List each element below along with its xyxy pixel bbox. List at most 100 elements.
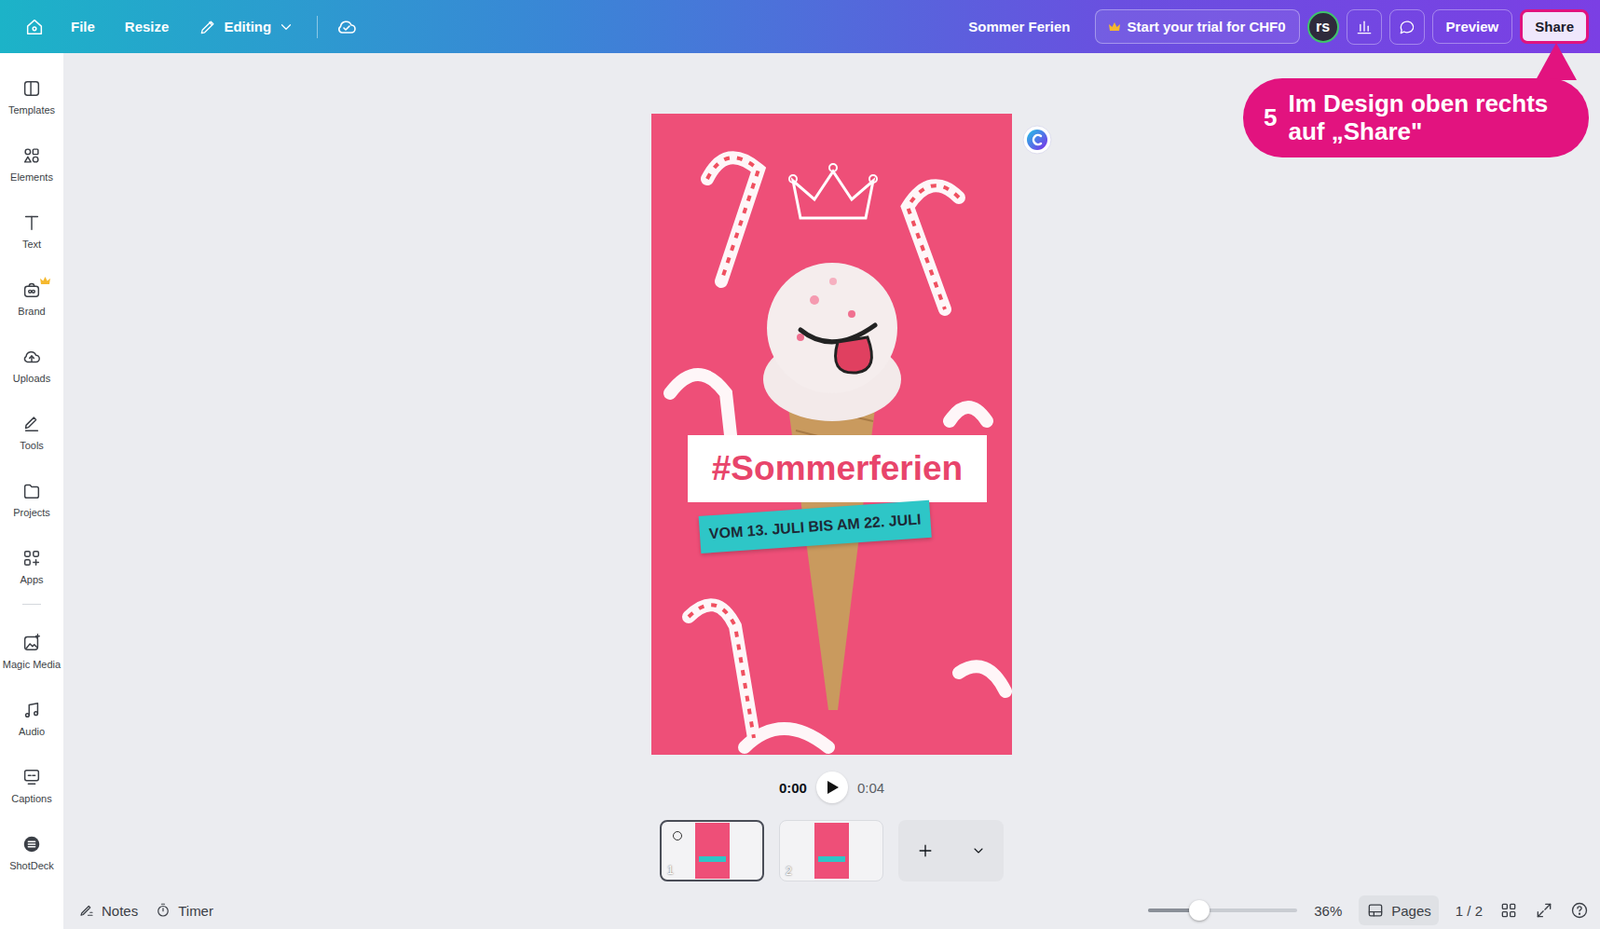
menu-item[interactable]: Resize: [113, 11, 181, 42]
grid-view-button[interactable]: [1499, 901, 1518, 920]
page-thumbnail[interactable]: 2: [779, 820, 884, 882]
sidebar-label: Apps: [19, 574, 43, 586]
play-icon: [824, 779, 840, 795]
instruction-callout: 5 Im Design oben rechts auf „Share": [1243, 78, 1589, 158]
sidebar-item[interactable]: Uploads: [0, 331, 64, 399]
insights-button[interactable]: [1346, 9, 1382, 45]
cloud-check-icon: [335, 15, 358, 39]
design-text: #Sommerferien: [711, 449, 963, 489]
chevron-down-icon: [970, 843, 986, 859]
help-button[interactable]: [1570, 901, 1589, 920]
sidebar-item[interactable]: Templates: [0, 63, 64, 131]
design-date-banner[interactable]: VOM 13. JULI BIS AM 22. JULI: [698, 500, 932, 554]
separator: [316, 15, 318, 39]
grid-icon: [1499, 901, 1518, 920]
sidebar-item[interactable]: Apps: [0, 533, 64, 601]
audio-icon: [21, 699, 42, 721]
bar-chart-icon: [1354, 17, 1374, 37]
top-bar: File Resize Editing Sommer Ferien Start your…: [0, 0, 1600, 54]
sidebar-label: Tools: [19, 439, 44, 452]
magic-icon: [21, 632, 42, 654]
avatar[interactable]: rs: [1307, 11, 1340, 43]
timer-button[interactable]: Timer: [154, 902, 214, 919]
menu-label: Resize: [124, 18, 170, 35]
editing-dropdown[interactable]: Editing: [187, 10, 306, 44]
pages-icon: [1366, 901, 1385, 920]
zoom-reading[interactable]: 36%: [1313, 902, 1342, 919]
zoom-knob[interactable]: [1189, 900, 1210, 921]
notes-button[interactable]: Notes: [78, 902, 138, 919]
chevron-down-icon: [277, 18, 295, 36]
play-button[interactable]: [816, 771, 848, 804]
sidebar-label: Text: [22, 238, 42, 250]
trial-label: Start your trial for CHF0: [1127, 18, 1286, 35]
projects-icon: [21, 480, 42, 502]
apps-icon: [21, 547, 42, 569]
sidebar-label: ShotDeck: [9, 860, 55, 872]
design-title-text[interactable]: #Sommerferien: [687, 435, 987, 503]
sidebar-label: Templates: [8, 104, 55, 116]
callout-text: Im Design oben rechts auf „Share": [1287, 90, 1573, 147]
comments-button[interactable]: [1389, 9, 1425, 45]
menu-item[interactable]: File: [59, 11, 107, 42]
expand-icon: [1534, 901, 1554, 920]
canva-assistant-icon[interactable]: [1022, 124, 1053, 155]
page-count: 1 / 2: [1455, 902, 1483, 919]
playback-controls: 0:000:04: [779, 771, 885, 804]
timer-label: Timer: [177, 902, 214, 919]
callout-arrow: [1535, 42, 1577, 81]
home-button[interactable]: [16, 9, 53, 45]
pages-label: Pages: [1391, 902, 1432, 919]
sidebar-item[interactable]: Elements: [0, 130, 64, 198]
sidebar: Templates Elements Text Brand Uploads Tools Pr…: [0, 53, 64, 929]
page-preview: [814, 822, 849, 879]
home-icon: [24, 16, 45, 38]
premium-badge: [40, 272, 51, 281]
sidebar-separator: [22, 603, 42, 605]
sidebar-item[interactable]: Magic Media: [0, 617, 64, 685]
add-page-button[interactable]: [898, 820, 1004, 882]
sidebar-item[interactable]: Text: [0, 197, 64, 265]
templates-icon: [21, 78, 42, 99]
design-artwork: [651, 113, 1012, 755]
page-thumbnail[interactable]: 1: [659, 820, 765, 882]
comment-icon: [1397, 17, 1417, 37]
uploads-icon: [21, 346, 42, 368]
current-page-icon: [672, 831, 683, 841]
trial-button[interactable]: Start your trial for CHF0: [1094, 9, 1300, 44]
sidebar-label: Magic Media: [2, 658, 61, 671]
notes-label: Notes: [101, 902, 138, 919]
elements-icon: [21, 145, 42, 166]
sidebar-label: Projects: [13, 506, 51, 519]
sidebar-item[interactable]: Tools: [0, 398, 64, 466]
sidebar-label: Brand: [17, 305, 45, 317]
page-number: 1: [667, 863, 674, 877]
share-button[interactable]: Share: [1519, 9, 1589, 44]
design-title[interactable]: Sommer Ferien: [968, 18, 1070, 35]
menu-label: File: [70, 18, 96, 35]
zoom-slider[interactable]: [1148, 908, 1298, 913]
step-number: 5: [1263, 104, 1277, 133]
total-time: 0:04: [857, 779, 885, 796]
pages-button[interactable]: Pages: [1358, 895, 1439, 926]
fullscreen-button[interactable]: [1534, 901, 1554, 920]
sidebar-label: Uploads: [13, 372, 51, 384]
text-icon: [21, 212, 42, 233]
sidebar-item[interactable]: ShotDeck: [0, 819, 64, 887]
page-strip: 12: [659, 820, 1004, 882]
canvas-area: #Sommerferien VOM 13. JULI BIS AM 22. JUL…: [63, 53, 1600, 892]
sidebar-label: Audio: [18, 725, 45, 738]
sidebar-item[interactable]: Projects: [0, 465, 64, 534]
shotdeck-icon: [21, 834, 42, 855]
preview-button[interactable]: Preview: [1432, 9, 1514, 44]
preview-label: Preview: [1446, 18, 1500, 35]
sidebar-label: Captions: [11, 793, 52, 805]
sidebar-item[interactable]: Audio: [0, 684, 64, 753]
share-label: Share: [1534, 18, 1574, 35]
crown-icon: [40, 276, 51, 286]
design-page[interactable]: #Sommerferien VOM 13. JULI BIS AM 22. JUL…: [651, 113, 1012, 755]
page-number: 2: [785, 864, 793, 878]
sidebar-item[interactable]: Captions: [0, 752, 64, 820]
sidebar-item[interactable]: Brand: [0, 264, 64, 332]
save-status[interactable]: [328, 9, 365, 45]
